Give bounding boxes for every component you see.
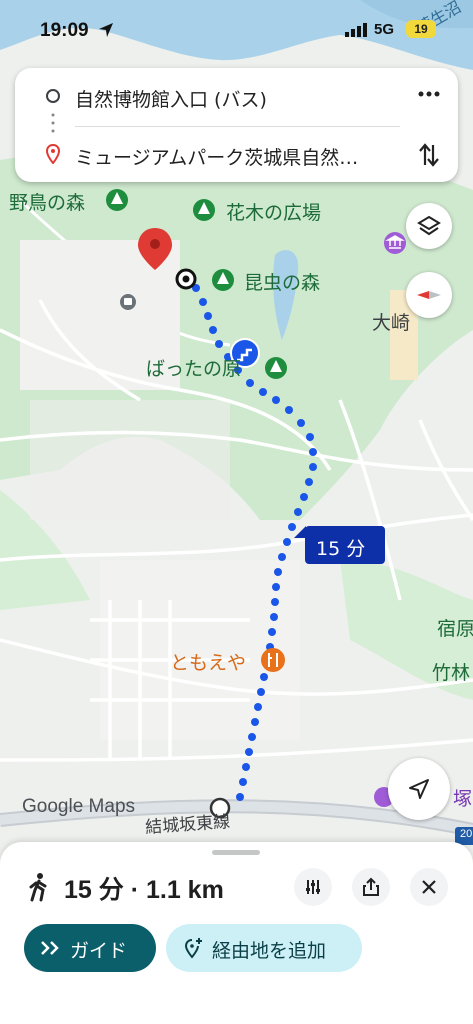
guide-chevrons-icon (41, 941, 59, 955)
signal-icon (345, 23, 367, 37)
guide-label: ガイド (70, 940, 128, 962)
status-time: 19:09 (40, 20, 89, 41)
share-button[interactable] (352, 868, 390, 906)
bottom-sheet: 15 分 · 1.1 km ガイド 経由地を追加 (0, 842, 473, 1024)
label-edge: 塚 (453, 788, 473, 810)
destination-field[interactable]: ミュージアムパーク茨城県自然… (75, 143, 358, 170)
museum-icon[interactable] (384, 232, 406, 254)
layers-icon (417, 215, 441, 236)
origin-circle-icon (46, 89, 60, 103)
walk-icon (29, 873, 47, 902)
label-grasshopper: ばったの原 (146, 358, 242, 380)
my-location-button[interactable] (388, 758, 450, 820)
sheet-handle[interactable] (212, 850, 260, 855)
compass-button[interactable] (406, 272, 452, 318)
layers-button[interactable] (406, 203, 452, 249)
more-icon[interactable] (418, 90, 440, 98)
connector-dots (51, 113, 55, 133)
restaurant-icon[interactable] (261, 648, 285, 672)
status-bar: 19:09 5G 19 (0, 0, 473, 62)
route-card: 自然博物館入口 (バス) ミュージアムパーク茨城県自然… (15, 68, 458, 182)
battery-level: 19 (406, 20, 436, 38)
tree-icon[interactable] (212, 269, 234, 291)
route-shield: 20 (460, 828, 473, 840)
add-stop-icon (184, 938, 202, 959)
tree-icon[interactable] (193, 199, 215, 221)
label-shuku: 宿原 (437, 618, 473, 640)
location-arrow-icon (99, 23, 113, 37)
label-tomoeya: ともえや (170, 652, 247, 674)
route-summary: 15 分 · 1.1 km (64, 876, 224, 904)
share-icon (363, 877, 379, 896)
duration-badge[interactable]: 15 分 (294, 526, 385, 564)
tune-icon (306, 880, 320, 894)
origin-field[interactable]: 自然博物館入口 (バス) (75, 85, 267, 112)
add-stop-button[interactable]: 経由地を追加 (166, 924, 362, 972)
close-button[interactable] (410, 868, 448, 906)
label-takebayashi: 竹林 (432, 662, 471, 684)
route-divider (75, 126, 400, 127)
label-osaki: 大崎 (372, 312, 411, 334)
tune-button[interactable] (294, 868, 332, 906)
guide-button[interactable]: ガイド (24, 924, 156, 972)
my-location-icon (409, 779, 429, 799)
tree-icon[interactable] (265, 357, 287, 379)
label-bird-forest: 野鳥の森 (9, 192, 86, 214)
close-icon (422, 880, 436, 894)
compass-icon (417, 291, 441, 299)
network-type: 5G (374, 21, 395, 38)
google-maps-attribution: Google Maps (22, 796, 136, 817)
label-flower-plaza: 花木の広場 (226, 202, 322, 224)
duration-badge-text: 15 分 (316, 538, 366, 560)
label-insect-forest: 昆虫の森 (244, 272, 321, 294)
swap-icon[interactable] (418, 142, 440, 168)
destination-pin-icon (46, 144, 60, 164)
bus-stop-icon[interactable] (120, 294, 136, 310)
tree-icon[interactable] (106, 189, 128, 211)
add-stop-label: 経由地を追加 (212, 940, 327, 962)
